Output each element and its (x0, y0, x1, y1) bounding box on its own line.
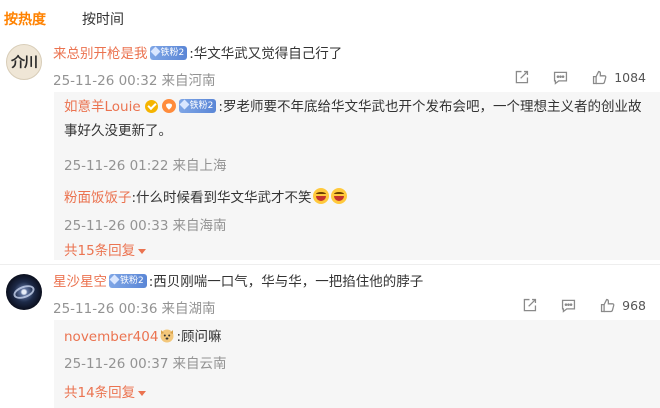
reply-meta: 25-11-26 00:37 来自云南 (64, 352, 226, 372)
like-icon (601, 298, 615, 313)
reply-list: november404 :顾问嘛 25-11-26 00:37 来自云南 共14条回… (54, 320, 660, 408)
diamond-icon (109, 274, 120, 285)
comment-item: 星沙星空 铁粉2:西贝刚喘一口气，华与华，一把掐住他的脖子 25-11-26 00… (0, 268, 660, 408)
diamond-icon (150, 46, 160, 57)
reply-text: :什么时候看到华文华武才不笑 (131, 190, 312, 206)
avatar[interactable]: 介川 (6, 44, 42, 80)
reply-time: 25-11-26 00:33 (64, 218, 169, 234)
laugh-emoji-icon (330, 188, 347, 204)
username-link[interactable]: 星沙星空 (53, 274, 107, 290)
comment-button[interactable] (552, 69, 569, 86)
sort-by-time-tab[interactable]: 按时间 (82, 9, 124, 29)
comment-actions: 968 (521, 297, 646, 314)
caret-down-icon (138, 390, 147, 396)
comment-time: 25-11-26 00:36 (53, 301, 158, 317)
like-button[interactable]: 1084 (591, 69, 646, 86)
reply-location: 来自云南 (172, 356, 227, 372)
comment-text: :西贝刚喘一口气，华与华，一把掐住他的脖子 (148, 274, 424, 290)
reply-item: 如意羊Louie 铁粉2:罗老师要不年底给华文华武也开个发布会吧，一个理想主义者的… (64, 95, 649, 143)
reply-list: 如意羊Louie 铁粉2:罗老师要不年底给华文华武也开个发布会吧，一个理想主义者的… (54, 92, 660, 260)
sort-tabs: 按热度 按时间 (0, 0, 660, 36)
share-button[interactable] (513, 69, 530, 86)
reply-item: 粉面饭饭子:什么时候看到华文华武才不笑 (64, 188, 348, 208)
comment-text: :华文华武又觉得自己行了 (189, 46, 343, 62)
like-button[interactable]: 968 (599, 297, 646, 314)
comment-meta: 25-11-26 00:32 来自河南 (53, 69, 215, 89)
comment-button[interactable] (560, 297, 577, 314)
username-link[interactable]: 如意羊Louie (64, 99, 141, 115)
comment-time: 25-11-26 00:32 (53, 73, 158, 89)
like-count: 1084 (614, 70, 646, 85)
sort-by-hot-tab[interactable]: 按热度 (4, 9, 46, 29)
comment-item: 介川 来总别开枪是我 铁粉2:华文华武又觉得自己行了 25-11-26 00:32… (0, 36, 660, 260)
reply-text: :顾问嘛 (176, 329, 222, 345)
laugh-emoji-icon (312, 188, 329, 204)
like-count: 968 (622, 298, 646, 313)
avatar[interactable] (6, 274, 42, 310)
more-replies-link[interactable]: 共14条回复 (64, 381, 147, 401)
share-icon (515, 70, 529, 84)
reply-item: november404 :顾问嘛 (64, 327, 222, 347)
reply-meta: 25-11-26 00:33 来自海南 (64, 214, 226, 234)
diamond-icon (179, 99, 190, 110)
divider (0, 264, 660, 265)
share-icon (523, 298, 537, 312)
share-button[interactable] (521, 297, 538, 314)
comment-icon (554, 71, 568, 85)
comment-actions: 1084 (513, 69, 646, 86)
caret-down-icon (138, 248, 147, 254)
comment-meta: 25-11-26 00:36 来自湖南 (53, 297, 215, 317)
fan-badge[interactable]: 铁粉2 (149, 46, 188, 60)
comment-location: 来自河南 (161, 73, 216, 89)
avatar-text: 介川 (11, 55, 38, 71)
dog-emoji-icon (160, 329, 174, 343)
username-link[interactable]: november404 (64, 329, 158, 345)
comment-icon (562, 299, 576, 313)
fan-badge[interactable]: 铁粉2 (178, 99, 217, 113)
reply-time: 25-11-26 00:37 (64, 356, 169, 372)
fan-badge-icon (161, 99, 176, 113)
galaxy-ring (11, 282, 37, 302)
like-icon (593, 70, 607, 85)
reply-location: 来自海南 (172, 218, 227, 234)
reply-location: 来自上海 (172, 158, 227, 174)
comment-location: 来自湖南 (161, 301, 216, 317)
more-replies-link[interactable]: 共15条回复 (64, 239, 147, 259)
username-link[interactable]: 来总别开枪是我 (53, 46, 148, 62)
verified-icon (144, 99, 158, 113)
comment-line: 来总别开枪是我 铁粉2:华文华武又觉得自己行了 (53, 44, 342, 64)
reply-time: 25-11-26 01:22 (64, 158, 169, 174)
comment-line: 星沙星空 铁粉2:西贝刚喘一口气，华与华，一把掐住他的脖子 (53, 272, 423, 292)
fan-badge[interactable]: 铁粉2 (109, 274, 147, 288)
username-link[interactable]: 粉面饭饭子 (64, 190, 132, 206)
reply-meta: 25-11-26 01:22 来自上海 (64, 154, 226, 174)
